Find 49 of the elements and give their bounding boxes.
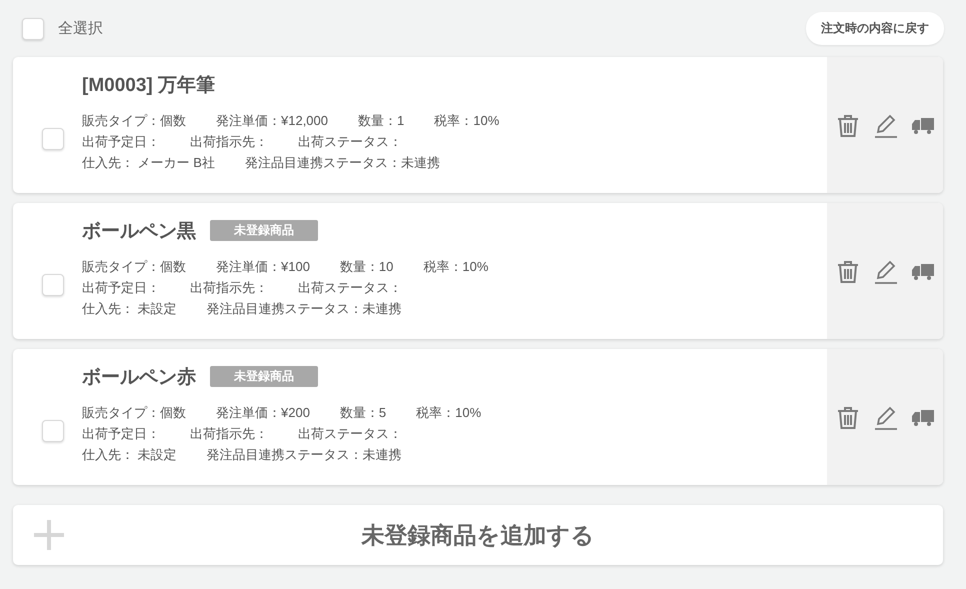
item-field: 発注品目連携ステータス：未連携 xyxy=(244,152,440,172)
item-field: 税率：10% xyxy=(423,256,488,276)
item-title: [M0003] 万年筆 xyxy=(82,74,216,98)
item-field: 出荷指示先： xyxy=(190,422,268,444)
item-field: 出荷ステータス： xyxy=(298,276,402,298)
item-field: 数量：1 xyxy=(358,110,404,130)
revert-button[interactable]: 注文時の内容に戻す xyxy=(806,12,944,45)
truck-icon[interactable] xyxy=(911,116,935,136)
pencil-icon[interactable] xyxy=(874,405,898,431)
item-field: 販売タイプ：個数 xyxy=(82,402,186,422)
item-field: 仕入先： メーカー B社 xyxy=(82,152,215,172)
item-field: 仕入先： 未設定 xyxy=(82,298,177,318)
pencil-icon[interactable] xyxy=(874,113,898,139)
trash-icon[interactable] xyxy=(835,113,861,139)
add-unregistered-item-button[interactable]: 未登録商品を追加する xyxy=(13,505,943,565)
unregistered-tag: 未登録商品 xyxy=(210,220,318,241)
pencil-icon[interactable] xyxy=(874,259,898,285)
trash-icon[interactable] xyxy=(835,405,861,431)
item-title: ボールペン黒 xyxy=(82,220,196,244)
item-field: 発注品目連携ステータス：未連携 xyxy=(206,444,402,464)
item-field: 発注単価：¥200 xyxy=(216,402,310,422)
trash-icon[interactable] xyxy=(835,259,861,285)
item-field: 発注単価：¥100 xyxy=(216,256,310,276)
item-title: ボールペン赤 xyxy=(82,366,196,390)
item-field: 出荷ステータス： xyxy=(298,422,402,444)
item-field: 販売タイプ：個数 xyxy=(82,110,186,130)
select-all-checkbox[interactable] xyxy=(22,18,44,40)
item-field: 出荷予定日： xyxy=(82,130,160,152)
item-checkbox[interactable] xyxy=(42,274,64,296)
item-field: 税率：10% xyxy=(434,110,500,130)
unregistered-tag: 未登録商品 xyxy=(210,366,318,387)
item-field: 税率：10% xyxy=(416,402,482,422)
item-field: 出荷予定日： xyxy=(82,422,160,444)
truck-icon[interactable] xyxy=(911,262,935,282)
item-field: 出荷ステータス： xyxy=(298,130,402,152)
item-field: 発注単価：¥12,000 xyxy=(216,110,328,130)
item-field: 仕入先： 未設定 xyxy=(82,444,177,464)
item-field: 出荷指示先： xyxy=(190,276,268,298)
item-field: 数量：5 xyxy=(340,402,386,422)
plus-icon xyxy=(33,519,65,551)
item-field: 出荷指示先： xyxy=(190,130,268,152)
item-field: 出荷予定日： xyxy=(82,276,160,298)
item-checkbox[interactable] xyxy=(42,128,64,150)
item-field: 数量：10 xyxy=(340,256,394,276)
select-all-label: 全選択 xyxy=(58,19,103,38)
item-checkbox[interactable] xyxy=(42,420,64,442)
item-field: 販売タイプ：個数 xyxy=(82,256,186,276)
item-field: 発注品目連携ステータス：未連携 xyxy=(206,298,402,318)
truck-icon[interactable] xyxy=(911,408,935,428)
